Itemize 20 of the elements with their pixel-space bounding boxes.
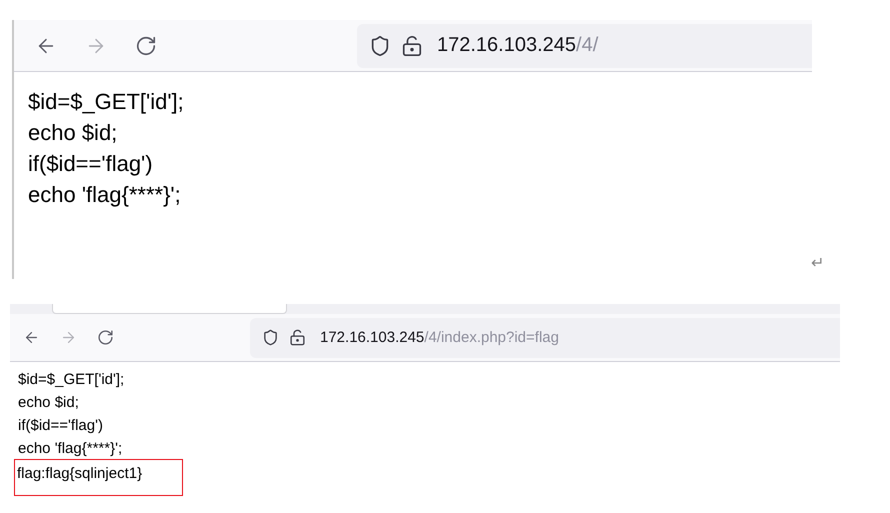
code-line: echo $id; (18, 393, 79, 413)
address-bar[interactable]: 172.16.103.245/4/ (357, 24, 812, 68)
url-text: 172.16.103.245/4/index.php?id=flag (320, 329, 559, 346)
shield-icon (262, 329, 279, 346)
code-line: $id=$_GET['id']; (28, 88, 184, 116)
arrow-right-icon (60, 329, 77, 346)
reload-icon (135, 34, 157, 56)
code-line: flag:flag{sqlinject1} (15, 460, 182, 495)
address-bar[interactable]: 172.16.103.245/4/index.php?id=flag (250, 318, 840, 358)
code-line: if($id=='flag') (18, 416, 103, 436)
reload-icon (97, 329, 114, 346)
code-line: echo $id; (28, 119, 118, 147)
arrow-left-icon (23, 329, 40, 346)
code-line: echo 'flag{****}'; (18, 439, 122, 459)
shield-icon (369, 34, 391, 56)
code-line: $id=$_GET['id']; (18, 370, 124, 390)
code-line: if($id=='flag') (28, 150, 153, 178)
url-text: 172.16.103.245/4/ (437, 34, 598, 57)
code-line: echo 'flag{****}'; (28, 181, 181, 209)
return-mark: ↵ (811, 255, 824, 273)
